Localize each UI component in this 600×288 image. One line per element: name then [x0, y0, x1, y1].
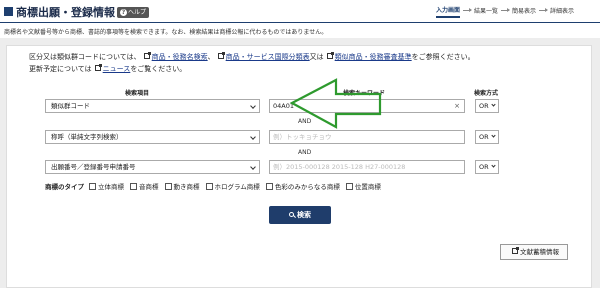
method-select-3[interactable]: OR — [475, 160, 499, 174]
select-value: 出願番号／登録番号申請番号 — [51, 163, 136, 171]
method-value: OR — [479, 133, 489, 141]
checkbox-label: ホログラム商標 — [214, 183, 260, 191]
help-label: ヘルプ — [128, 9, 147, 16]
question-icon: ? — [120, 9, 127, 16]
checkbox-box[interactable] — [205, 182, 213, 190]
checkbox-label: 動き商標 — [173, 183, 200, 191]
help-button[interactable]: ? ヘルプ — [117, 7, 150, 18]
chevron-down-icon — [491, 133, 496, 138]
link-goods-search[interactable]: 商品・役務名検索 — [152, 53, 208, 61]
document-info-label: 文献蓄積情報 — [520, 248, 559, 256]
link-news[interactable]: ニュース — [103, 65, 131, 73]
select-value: 称呼（単純文字列検索） — [51, 133, 123, 141]
info-text-1: 区分又は類似群コードについては、 — [29, 53, 141, 61]
chevron-down-icon — [491, 163, 496, 168]
checkbox-label: 音商標 — [139, 183, 159, 191]
method-select-2[interactable]: OR — [475, 130, 499, 144]
search-field-select-1[interactable]: 類似群コード — [45, 99, 260, 113]
chevron-down-icon — [250, 103, 256, 109]
mark-type-label: 商標のタイプ — [45, 183, 84, 191]
external-link-icon — [512, 247, 519, 254]
checkbox-box[interactable] — [345, 182, 353, 190]
checkbox-box[interactable] — [130, 182, 137, 190]
column-header-method: 検索方式 — [474, 90, 499, 97]
page-title: 商標出願・登録情報 — [16, 6, 115, 19]
step-detail: 詳細表示 — [550, 8, 575, 15]
external-link-icon — [217, 52, 225, 59]
page-subtitle: 商標名や文献番号等から商標、書誌的事項等を検索できます。なお、検索結果は商標公報… — [4, 29, 328, 36]
checkbox-label: 位置商標 — [354, 183, 381, 191]
link-intl-classification[interactable]: 商品・サービス国際分類表 — [226, 53, 310, 61]
chevron-down-icon — [250, 134, 256, 140]
and-label-2: AND — [298, 149, 312, 156]
checkbox-hologram-mark[interactable]: ホログラム商標 — [205, 181, 260, 191]
document-info-button[interactable]: 文献蓄積情報 — [500, 244, 568, 260]
link-examination-standard[interactable]: 類似商品・役務審査基準 — [335, 53, 412, 61]
info-text-2: をご参照ください。 — [411, 53, 475, 61]
checkbox-position-mark[interactable]: 位置商標 — [345, 181, 381, 191]
checkbox-motion-mark[interactable]: 動き商標 — [164, 181, 200, 191]
checkbox-label: 立体商標 — [98, 183, 124, 191]
step-simple: 簡易表示 — [512, 8, 537, 15]
external-link-icon — [94, 64, 102, 71]
checkbox-color-mark[interactable]: 色彩のみからなる商標 — [265, 181, 340, 191]
header-divider — [0, 22, 600, 23]
checkbox-3d-mark[interactable]: 立体商標 — [89, 181, 124, 191]
search-icon — [289, 212, 294, 217]
header: 商標出願・登録情報 ? ヘルプ 入力画面 結果一覧 簡易表示 詳細表示 — [0, 0, 600, 24]
and-label-1: AND — [298, 118, 312, 125]
checkbox-box[interactable] — [265, 182, 273, 190]
info-sep-1: 、 — [207, 53, 215, 61]
keyword-input-2[interactable]: 例）トッキョチョウ — [269, 130, 465, 144]
step-input: 入力画面 — [436, 5, 461, 18]
method-value: OR — [479, 102, 489, 110]
column-header-item: 検索項目 — [125, 90, 150, 97]
select-value: 類似群コード — [51, 102, 90, 110]
arrow-right-icon — [501, 8, 511, 12]
search-button-label: 検索 — [297, 211, 311, 219]
info-text-3: 更新予定については — [29, 65, 92, 73]
checkbox-box[interactable] — [164, 182, 172, 190]
title-square-icon — [4, 7, 13, 16]
info-text: 区分又は類似群コードについては、 商品・役務名検索、 商品・サービス国際分類表又は 類… — [29, 51, 475, 75]
arrow-right-icon — [463, 8, 473, 12]
search-button[interactable]: 検索 — [269, 206, 331, 224]
external-link-icon — [326, 52, 334, 59]
chevron-down-icon — [250, 164, 256, 170]
checkbox-label: 色彩のみからなる商標 — [274, 183, 340, 191]
step-indicator: 入力画面 結果一覧 簡易表示 詳細表示 — [436, 5, 574, 18]
input-placeholder: 例）2015-000128 2015-128 H27-000128 — [273, 163, 406, 171]
external-link-icon — [143, 52, 151, 59]
method-select-1[interactable]: OR — [475, 99, 499, 113]
column-header-keyword: 検索キーワード — [343, 90, 386, 97]
info-sep-2: 又は — [309, 53, 324, 61]
chevron-down-icon — [491, 102, 496, 107]
search-field-select-2[interactable]: 称呼（単純文字列検索） — [45, 130, 260, 144]
clear-icon[interactable]: × — [454, 100, 460, 112]
checkbox-box[interactable] — [89, 182, 96, 190]
method-value: OR — [479, 163, 489, 171]
input-value: 04A01 — [273, 102, 294, 110]
step-results: 結果一覧 — [474, 8, 499, 15]
input-placeholder: 例）トッキョチョウ — [273, 133, 332, 141]
checkbox-sound-mark[interactable]: 音商標 — [130, 181, 159, 191]
search-field-select-3[interactable]: 出願番号／登録番号申請番号 — [45, 160, 260, 174]
info-text-4: をご覧ください。 — [130, 65, 187, 73]
keyword-input-1[interactable]: 04A01 × — [269, 99, 465, 113]
arrow-right-icon — [539, 8, 549, 12]
keyword-input-3[interactable]: 例）2015-000128 2015-128 H27-000128 — [269, 160, 465, 174]
mark-type-filters: 商標のタイプ 立体商標 音商標 動き商標 ホログラム商標 色彩のみからなる商標 … — [45, 181, 387, 191]
